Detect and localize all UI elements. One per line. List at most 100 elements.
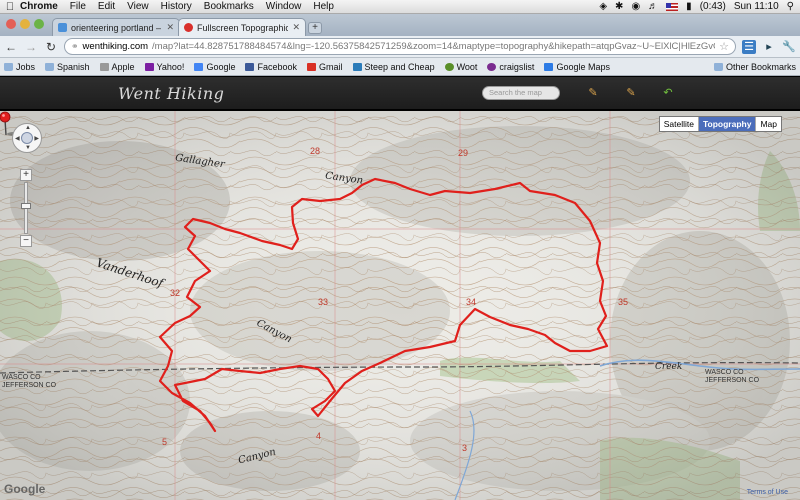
browser-window:  Chrome File Edit View History Bookmark… xyxy=(0,0,800,500)
menu-history[interactable]: History xyxy=(161,1,192,12)
section-number: 35 xyxy=(618,297,629,307)
google-icon xyxy=(194,62,204,71)
map-canvas xyxy=(0,111,800,500)
bookmark-google[interactable]: Google xyxy=(194,62,235,72)
page-menu-icon[interactable]: ▸ xyxy=(762,40,776,54)
undo-icon[interactable]: ↶ xyxy=(661,86,675,100)
battery-icon[interactable]: ▮ xyxy=(686,1,692,12)
wifi-icon[interactable]: ◉ xyxy=(631,1,640,12)
battery-time[interactable]: (0:43) xyxy=(700,1,726,12)
zoom-window-button[interactable] xyxy=(34,19,44,29)
maptype-map[interactable]: Map xyxy=(756,117,781,131)
bookmark-jobs[interactable]: Jobs xyxy=(4,62,35,72)
maptype-satellite[interactable]: Satellite xyxy=(660,117,699,131)
pan-control[interactable]: ▲ ▼ ◀ ▶ xyxy=(12,123,42,153)
zoom-out-button[interactable]: − xyxy=(20,235,32,247)
spotlight-icon[interactable]: ⚲ xyxy=(787,1,794,12)
bookmark-woot[interactable]: Woot xyxy=(444,62,477,72)
section-number: 32 xyxy=(170,288,181,298)
section-number: 3 xyxy=(462,443,468,453)
new-tab-button[interactable]: + xyxy=(308,22,322,34)
reload-icon[interactable]: ↻ xyxy=(44,40,58,54)
tab-close-icon[interactable]: ✕ xyxy=(166,22,174,33)
bookmark-star-icon[interactable]: ☆ xyxy=(719,40,729,53)
gmail-icon xyxy=(307,62,316,71)
section-number: 29 xyxy=(458,148,469,158)
bookmark-craigslist[interactable]: craigslist xyxy=(487,62,534,72)
address-bar[interactable]: ⚭ wenthiking.com/map?lat=44.828751788484… xyxy=(64,38,736,55)
menu-edit[interactable]: Edit xyxy=(98,1,115,12)
bookmark-other[interactable]: Other Bookmarks xyxy=(713,62,796,72)
topographic-map[interactable]: Gallagher Canyon Vanderhoof Canyon Canyo… xyxy=(0,111,800,500)
terms-of-use-link[interactable]: Terms of Use xyxy=(747,489,788,496)
bookmark-yahoo[interactable]: Yahoo! xyxy=(144,62,184,72)
wrench-icon[interactable]: 🔧 xyxy=(782,40,796,54)
zoom-control: + − xyxy=(20,169,34,247)
mac-menu-bar:  Chrome File Edit View History Bookmark… xyxy=(0,0,800,14)
map-type-control: Satellite Topography Map xyxy=(658,116,782,132)
close-window-button[interactable] xyxy=(6,19,16,29)
zoom-slider[interactable] xyxy=(21,182,31,234)
bookmark-facebook[interactable]: Facebook xyxy=(245,62,297,72)
pan-center-icon[interactable] xyxy=(21,132,33,144)
apple-menu-icon[interactable]:  xyxy=(0,1,20,13)
bookmark-spanish[interactable]: Spanish xyxy=(45,62,90,72)
menu-app-name[interactable]: Chrome xyxy=(20,1,58,12)
label-creek: Creek xyxy=(655,362,683,372)
apple-icon xyxy=(99,62,109,71)
section-number: 33 xyxy=(318,297,329,307)
minimize-window-button[interactable] xyxy=(20,19,30,29)
map-pin-favicon-icon xyxy=(184,23,193,32)
tab-strip: orienteering portland – Goo ✕ Fullscreen… xyxy=(0,14,800,36)
dropbox-icon[interactable]: ◈ xyxy=(599,1,607,12)
tab-orienteering[interactable]: orienteering portland – Goo ✕ xyxy=(52,18,180,36)
edit-pencil-icon[interactable]: ✎ xyxy=(624,86,638,100)
forward-icon[interactable]: → xyxy=(24,40,38,54)
steep-icon xyxy=(352,62,362,71)
pan-up-icon[interactable]: ▲ xyxy=(25,125,31,131)
menu-view[interactable]: View xyxy=(127,1,149,12)
menu-bookmarks[interactable]: Bookmarks xyxy=(204,1,254,12)
map-search-input[interactable]: Search the map xyxy=(482,86,560,100)
yahoo-icon xyxy=(144,62,154,71)
tab-close-icon[interactable]: ✕ xyxy=(292,22,300,33)
site-logo[interactable]: Went Hiking xyxy=(118,84,224,103)
menu-extras: ◈ ✱ ◉ ♬ ▮ (0:43) Sun 11:10 ⚲ xyxy=(599,1,800,12)
facebook-icon xyxy=(245,62,255,71)
us-flag-icon[interactable] xyxy=(666,2,679,11)
bookmarks-bar: Jobs Spanish Apple Yahoo! Google Faceboo… xyxy=(0,58,800,76)
menu-window[interactable]: Window xyxy=(266,1,302,12)
woot-icon xyxy=(444,62,454,71)
tab-topographic-map[interactable]: Fullscreen Topographic Map ✕ xyxy=(178,18,306,36)
zoom-in-button[interactable]: + xyxy=(20,169,32,181)
draw-pencil-icon[interactable]: ✎ xyxy=(586,86,600,100)
section-number: 34 xyxy=(466,297,477,307)
county-label-right: WASCO CO JEFFERSON CO xyxy=(705,369,760,384)
menu-help[interactable]: Help xyxy=(313,1,334,12)
section-number: 4 xyxy=(316,431,322,441)
folder-icon xyxy=(45,62,55,71)
bookmark-steep-and-cheap[interactable]: Steep and Cheap xyxy=(352,62,435,72)
peace-icon xyxy=(487,62,497,71)
google-logo[interactable]: Google xyxy=(4,482,45,496)
volume-icon[interactable]: ♬ xyxy=(648,1,658,12)
bookmark-apple[interactable]: Apple xyxy=(99,62,135,72)
folder-icon xyxy=(4,62,13,71)
pan-right-icon[interactable]: ▶ xyxy=(34,135,39,142)
page-info-icon[interactable]: ⚭ xyxy=(71,41,79,52)
bookmark-gmail[interactable]: Gmail xyxy=(307,62,343,72)
zoom-slider-thumb[interactable] xyxy=(21,203,31,209)
bookmark-google-maps[interactable]: Google Maps xyxy=(544,62,610,72)
browser-toolbar: ← → ↻ ⚭ wenthiking.com/map?lat=44.828751… xyxy=(0,36,800,58)
pan-left-icon[interactable]: ◀ xyxy=(15,135,20,142)
folder-icon xyxy=(713,62,723,71)
pan-down-icon[interactable]: ▼ xyxy=(25,145,31,151)
section-number: 28 xyxy=(310,146,321,156)
maptype-topography[interactable]: Topography xyxy=(698,117,757,131)
back-icon[interactable]: ← xyxy=(4,40,18,54)
clock[interactable]: Sun 11:10 xyxy=(734,1,779,12)
county-label-left: WASCO CO JEFFERSON CO xyxy=(2,374,57,389)
bluetooth-icon[interactable]: ✱ xyxy=(615,1,623,12)
extension-icon[interactable]: ☰ xyxy=(742,39,756,54)
menu-file[interactable]: File xyxy=(70,1,86,12)
